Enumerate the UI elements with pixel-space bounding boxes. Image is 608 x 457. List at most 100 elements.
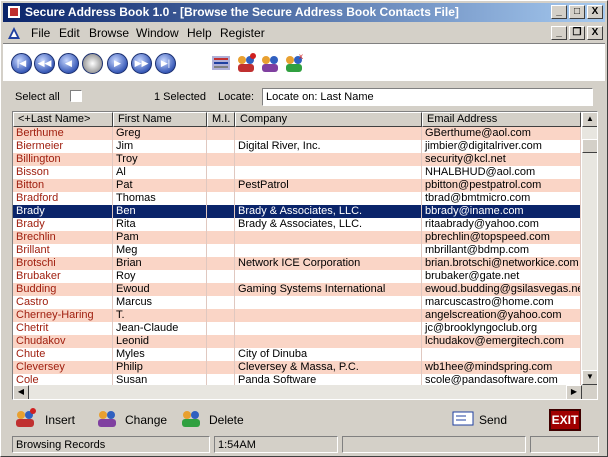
cell-mi [207,205,235,218]
app-menu-icon[interactable] [7,26,21,40]
status-panel-4 [530,436,599,453]
table-row[interactable]: Cole Susan Panda Software scole@pandasoftwa… [13,374,581,385]
cell-mi [207,296,235,309]
cell-company: Cleversey & Massa, P.C. [235,361,422,374]
send-button[interactable]: Send [451,405,511,431]
table-row[interactable]: Bisson Al NHALBHUD@aol.com [13,166,581,179]
previous-page-icon[interactable]: ◀◀ [34,53,55,74]
cell-email [422,348,581,361]
scroll-left-icon[interactable]: ◀ [13,385,29,399]
cell-mi [207,140,235,153]
select-all-checkbox[interactable] [70,90,82,102]
cell-company [235,231,422,244]
cell-email: bbrady@iname.com [422,205,581,218]
refresh-icon[interactable] [82,53,103,74]
column-header-mi[interactable]: M.I. [207,112,235,127]
table-row[interactable]: Brady Ben Brady & Associates, LLC. bbrady@i… [13,205,581,218]
scroll-thumb[interactable] [582,139,597,153]
menu-help[interactable]: Help [187,26,212,40]
table-row[interactable]: Chudakov Leonid lchudakov@emergitech.com [13,335,581,348]
table-row[interactable]: Chetrit Jean-Claude jc@brooklyngoclub.org [13,322,581,335]
previous-record-icon[interactable]: ◀ [58,53,79,74]
cell-last-name: Billington [13,153,113,166]
table-row[interactable]: Brady Rita Brady & Associates, LLC. ritaabr… [13,218,581,231]
minimize-button[interactable]: _ [551,5,567,19]
column-header-first-name[interactable]: First Name [113,112,207,127]
cell-mi [207,257,235,270]
insert-label: Insert [45,413,76,427]
cell-last-name: Castro [13,296,113,309]
cell-first-name: Ben [113,205,207,218]
table-row[interactable]: Billington Troy security@kcl.net [13,153,581,166]
cell-email: pbitton@pestpatrol.com [422,179,581,192]
table-row[interactable]: Berthume Greg GBerthume@aol.com [13,127,581,140]
menu-bar: File Edit Browse Window Help Register _ … [3,23,605,43]
first-record-icon[interactable]: |◀ [11,53,32,74]
table-row[interactable]: Brechlin Pam pbrechlin@topspeed.com [13,231,581,244]
cell-first-name: Al [113,166,207,179]
next-record-icon[interactable]: ▶ [107,53,128,74]
cell-last-name: Cleversey [13,361,113,374]
table-row[interactable]: Bradford Thomas tbrad@bmtmicro.com [13,192,581,205]
select-all-label: Select all [15,91,60,103]
horizontal-scrollbar[interactable]: ◀ ▶ [13,385,582,399]
column-header-company[interactable]: Company [235,112,422,127]
table-row[interactable]: Brotschi Brian Network ICE Corporation bria… [13,257,581,270]
cell-email: lchudakov@emergitech.com [422,335,581,348]
next-page-icon[interactable]: ▶▶ [131,53,152,74]
scroll-right-icon[interactable]: ▶ [566,385,582,399]
cell-last-name: Brubaker [13,270,113,283]
table-row[interactable]: Biermeier Jim Digital River, Inc. jimbier@d… [13,140,581,153]
table-row[interactable]: Brubaker Roy brubaker@gate.net [13,270,581,283]
exit-button[interactable]: EXIT [549,409,581,431]
menu-window[interactable]: Window [136,26,179,40]
cell-mi [207,322,235,335]
menu-edit[interactable]: Edit [59,26,80,40]
last-record-icon[interactable]: ▶| [155,53,176,74]
insert-toolbar-icon[interactable] [235,52,257,74]
browse-icon[interactable] [210,52,232,74]
table-body: Berthume Greg GBerthume@aol.com Biermeier Ji… [13,127,581,385]
column-header-last-name[interactable]: <+Last Name> [13,112,113,127]
cell-email: ritaabrady@yahoo.com [422,218,581,231]
change-toolbar-icon[interactable] [259,52,281,74]
doc-minimize-button[interactable]: _ [551,26,567,40]
table-row[interactable]: Cherney-Haring T. angelscreation@yahoo.com [13,309,581,322]
close-button[interactable]: X [587,5,603,19]
cell-company: Digital River, Inc. [235,140,422,153]
column-header-email[interactable]: Email Address [422,112,581,127]
menu-browse[interactable]: Browse [89,26,129,40]
cell-mi [207,283,235,296]
table-row[interactable]: Budding Ewoud Gaming Systems International… [13,283,581,296]
maximize-button[interactable]: □ [569,5,585,19]
delete-button[interactable]: Delete [179,405,245,431]
locate-input[interactable]: Locate on: Last Name [262,88,593,106]
cell-first-name: Rita [113,218,207,231]
cell-first-name: Myles [113,348,207,361]
cell-company [235,296,422,309]
selected-count: 1 Selected [154,91,206,103]
cell-last-name: Brady [13,205,113,218]
delete-toolbar-icon[interactable]: x [283,52,305,74]
scroll-up-icon[interactable]: ▲ [582,112,597,127]
doc-close-button[interactable]: X [587,26,603,40]
cell-last-name: Chute [13,348,113,361]
table-row[interactable]: Chute Myles City of Dinuba [13,348,581,361]
cell-first-name: Jim [113,140,207,153]
insert-button[interactable]: Insert [13,405,75,431]
table-row[interactable]: Castro Marcus marcuscastro@home.com [13,296,581,309]
doc-restore-button[interactable]: ❐ [569,26,585,40]
menu-file[interactable]: File [31,26,50,40]
cell-company [235,192,422,205]
change-button[interactable]: Change [95,405,167,431]
table-row[interactable]: Bitton Pat PestPatrol pbitton@pestpatrol.co… [13,179,581,192]
scroll-down-icon[interactable]: ▼ [582,370,597,385]
cell-mi [207,348,235,361]
cell-email: security@kcl.net [422,153,581,166]
cell-first-name: Pam [113,231,207,244]
table-row[interactable]: Cleversey Philip Cleversey & Massa, P.C. wb… [13,361,581,374]
menu-register[interactable]: Register [220,26,265,40]
cell-last-name: Berthume [13,127,113,140]
vertical-scrollbar[interactable]: ▲ ▼ [582,112,597,385]
table-row[interactable]: Brillant Meg mbrillant@bdmp.com [13,244,581,257]
